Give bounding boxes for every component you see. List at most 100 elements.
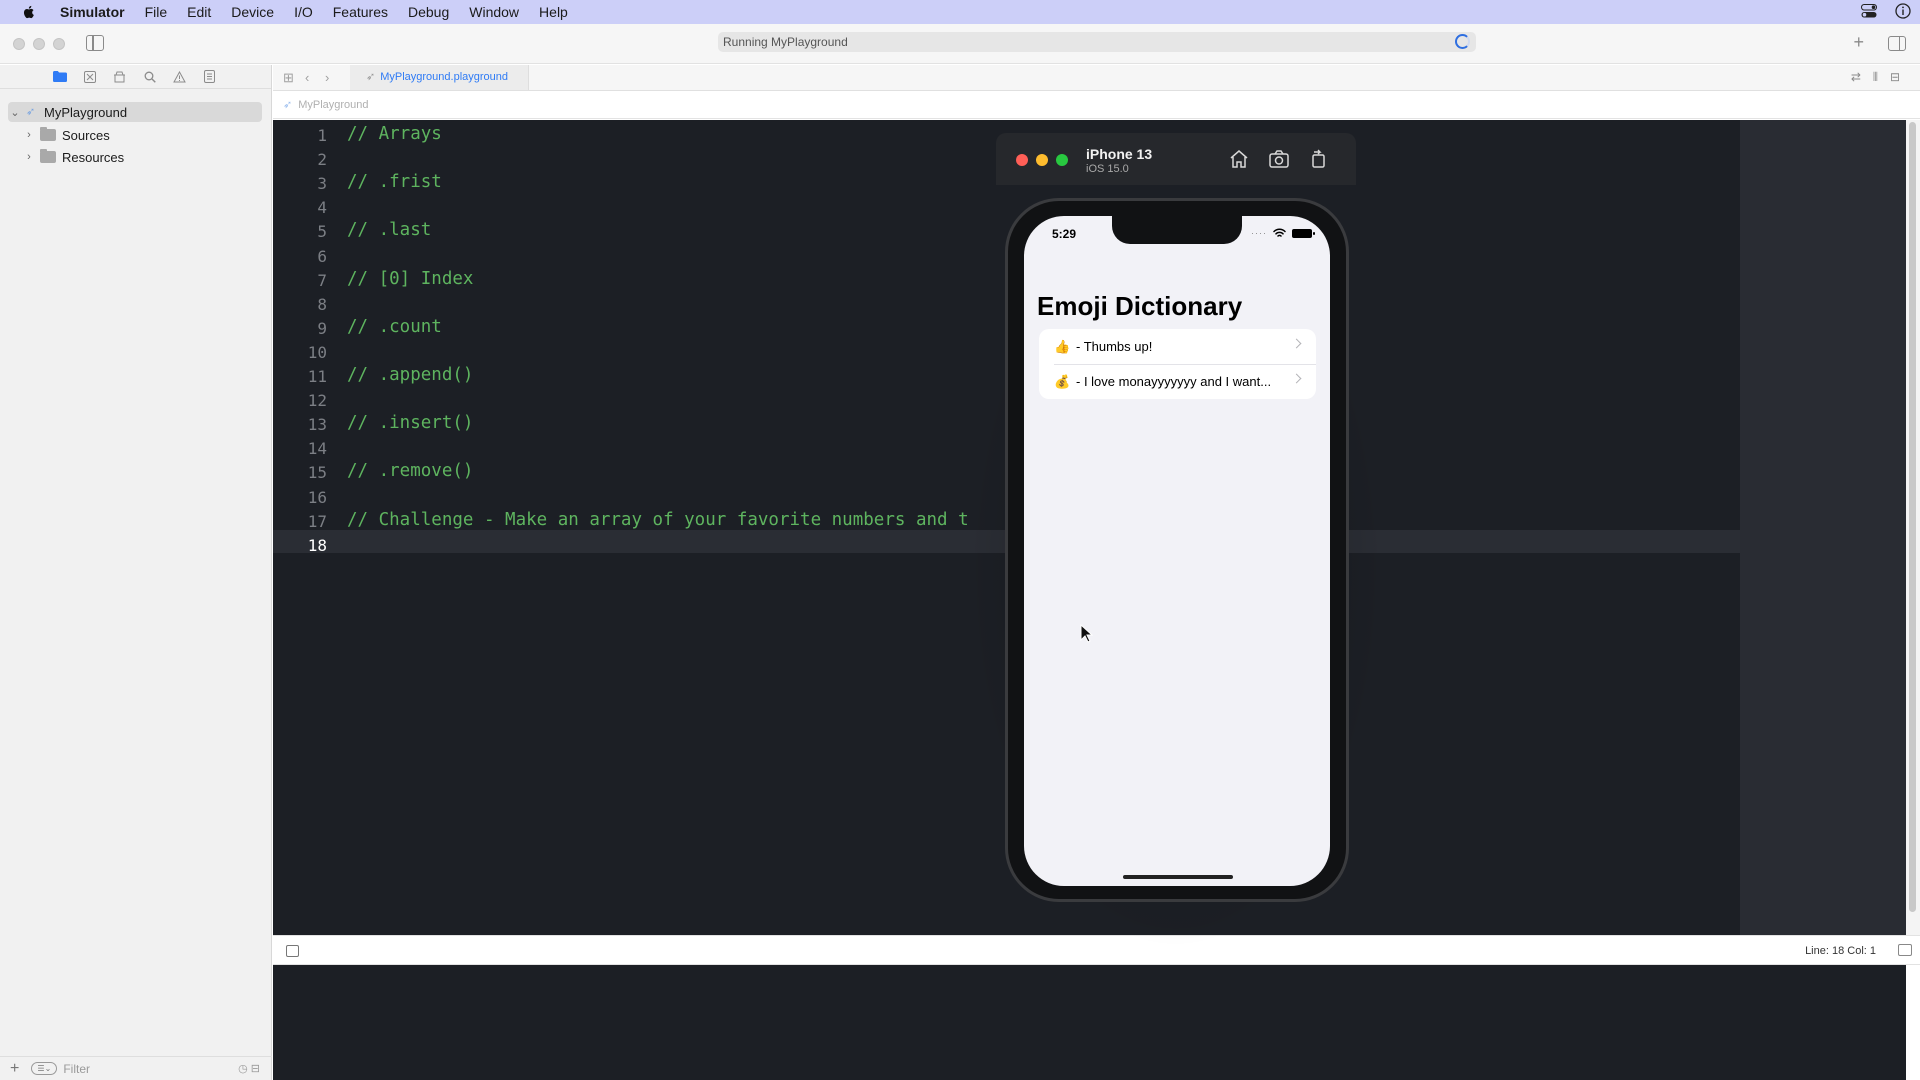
scrollbar-thumb[interactable]: [1909, 122, 1916, 912]
sim-zoom-button[interactable]: [1056, 154, 1068, 166]
menu-app-simulator[interactable]: Simulator: [52, 0, 135, 24]
add-file-icon[interactable]: +: [10, 1060, 19, 1078]
grid-icon[interactable]: ⊞: [283, 70, 294, 86]
tab-myplayground[interactable]: ➶ MyPlayground.playground: [350, 65, 530, 90]
line-number: 16: [307, 487, 327, 507]
line-number: 11: [307, 367, 327, 386]
screenshot-icon[interactable]: [1268, 149, 1290, 169]
menu-window[interactable]: Window: [459, 0, 529, 24]
line-number: 2: [317, 150, 327, 170]
info-icon[interactable]: [1895, 2, 1911, 22]
playground-icon: ➶: [26, 106, 36, 118]
tab-label: MyPlayground.playground: [380, 71, 509, 83]
editor-scrollbar[interactable]: [1906, 120, 1920, 935]
sim-device-name: iPhone 13: [1086, 146, 1153, 162]
filter-input[interactable]: Filter: [63, 1062, 90, 1076]
tree-item-project-label: MyPlayground: [44, 104, 128, 120]
list-item[interactable]: 👍 - Thumbs up!: [1039, 329, 1316, 364]
home-indicator: [1123, 875, 1233, 879]
line-number: 12: [307, 391, 327, 411]
rotate-icon[interactable]: [1308, 149, 1330, 169]
back-icon[interactable]: ‹: [305, 70, 309, 85]
menu-features[interactable]: Features: [323, 0, 398, 24]
tree-item-project[interactable]: ⌄ ➶ MyPlayground: [8, 102, 262, 122]
document-icon[interactable]: [202, 70, 217, 84]
apple-icon[interactable]: [21, 4, 37, 20]
line-number: 15: [307, 463, 327, 483]
iphone-screen[interactable]: 5:29 ···· Emoji Dictionary 👍 - Thumbs up…: [1024, 216, 1330, 886]
line-number: 3: [317, 174, 327, 194]
line-number: 10: [307, 342, 327, 362]
code-line[interactable]: // Arrays: [347, 124, 442, 144]
plus-icon[interactable]: +: [1853, 32, 1864, 53]
inspector-toggle-icon[interactable]: [1888, 36, 1906, 51]
line-number: 6: [317, 246, 327, 266]
list-item[interactable]: 💰 - I love monayyyyyyy and I want...: [1039, 364, 1316, 399]
home-icon[interactable]: [1228, 149, 1250, 169]
emoji-list: 👍 - Thumbs up! 💰 - I love monayyyyyyy an…: [1039, 329, 1316, 399]
line-number: 7: [317, 270, 327, 290]
filter-recent-icon[interactable]: ◷ ⊟: [238, 1062, 260, 1075]
tree-item-resources[interactable]: › Resources: [22, 147, 124, 167]
code-line[interactable]: // .insert(): [347, 413, 473, 433]
line-number: 5: [317, 222, 327, 242]
code-line[interactable]: // .remove(): [347, 461, 473, 481]
minimize-window-button[interactable]: [33, 38, 45, 50]
tree-item-sources[interactable]: › Sources: [22, 125, 110, 145]
menu-debug[interactable]: Debug: [398, 0, 459, 24]
swift-icon: ➶: [283, 99, 293, 111]
line-number: 13: [307, 415, 327, 435]
symbol-icon[interactable]: [112, 70, 127, 84]
filter-options-icon[interactable]: ☰⌄: [31, 1062, 58, 1075]
notch: [1112, 216, 1242, 244]
menu-help[interactable]: Help: [529, 0, 578, 24]
tree-item-sources-label: Sources: [62, 127, 110, 143]
line-number: 17: [307, 511, 327, 531]
results-sidebar: [1740, 120, 1906, 935]
tree-item-resources-label: Resources: [62, 149, 125, 165]
chevron-right-icon[interactable]: ›: [22, 129, 36, 141]
menu-edit[interactable]: Edit: [177, 0, 221, 24]
editor-options-icon[interactable]: ⇄⫴⊟: [1851, 70, 1912, 85]
jump-bar-label: MyPlayground: [298, 99, 369, 111]
menu-io[interactable]: I/O: [284, 0, 323, 24]
forward-icon[interactable]: ›: [325, 70, 329, 85]
status-icons: ····: [1251, 228, 1315, 238]
warning-icon[interactable]: [172, 70, 187, 84]
code-line[interactable]: // .last: [347, 220, 431, 240]
zoom-window-button[interactable]: [53, 38, 65, 50]
chevron-right-icon[interactable]: ›: [22, 151, 36, 163]
menu-device[interactable]: Device: [221, 0, 284, 24]
navigator-tabs: [0, 65, 271, 89]
sim-close-button[interactable]: [1016, 154, 1028, 166]
menu-file[interactable]: File: [135, 0, 178, 24]
window-toolbar: Running MyPlayground +: [0, 24, 1920, 64]
sidebar-toggle-icon[interactable]: [86, 35, 104, 51]
sim-minimize-button[interactable]: [1036, 154, 1048, 166]
code-line[interactable]: // .append(): [347, 365, 473, 385]
code-line[interactable]: // .frist: [347, 172, 442, 192]
close-window-button[interactable]: [13, 38, 25, 50]
line-number: 18: [307, 535, 327, 555]
folder-icon[interactable]: [52, 70, 67, 84]
console-toggle-icon[interactable]: [1898, 944, 1912, 956]
line-number: 14: [307, 439, 327, 459]
jump-bar[interactable]: ➶ MyPlayground: [273, 91, 1920, 119]
code-line[interactable]: // [0] Index: [347, 269, 473, 289]
line-number: 1: [317, 126, 327, 145]
code-line[interactable]: // Challenge - Make an array of your fav…: [347, 510, 969, 530]
project-navigator: ⌄ ➶ MyPlayground › Sources › Resources +…: [0, 65, 272, 1080]
sim-os-version: iOS 15.0: [1086, 163, 1129, 175]
search-icon[interactable]: [142, 70, 157, 84]
mouse-cursor-icon: [1080, 624, 1094, 643]
folder-icon: [40, 127, 56, 141]
code-line[interactable]: // .count: [347, 317, 442, 337]
money-bag-emoji: 💰: [1054, 373, 1071, 389]
show-debug-checkbox[interactable]: [286, 945, 299, 957]
source-control-icon[interactable]: [82, 70, 97, 84]
chevron-right-icon: [1291, 373, 1302, 384]
line-number: 4: [317, 198, 327, 218]
control-center-icon[interactable]: [1861, 3, 1877, 21]
debug-console[interactable]: [273, 965, 1906, 1080]
chevron-down-icon[interactable]: ⌄: [8, 106, 22, 119]
